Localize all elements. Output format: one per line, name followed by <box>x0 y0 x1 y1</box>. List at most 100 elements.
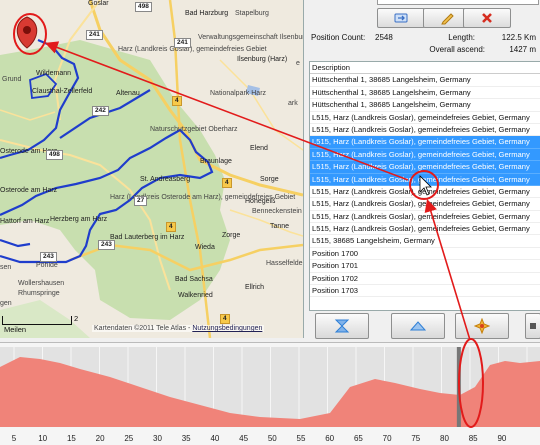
x-tick-label: 15 <box>67 434 76 443</box>
x-tick-label: 10 <box>38 434 47 443</box>
x-tick-label: 30 <box>153 434 162 443</box>
x-tick-label: 85 <box>469 434 478 443</box>
import-button[interactable] <box>377 8 425 28</box>
map-label: sen <box>0 264 12 271</box>
x-tick-label: 45 <box>239 434 248 443</box>
x-tick-label: 80 <box>440 434 449 443</box>
road-shield: 241 <box>86 30 103 40</box>
map-label: Ellrich <box>245 284 265 291</box>
map-label: gen <box>0 300 12 307</box>
map-label: Goslar <box>88 0 109 7</box>
first-position-icon <box>334 319 350 333</box>
map-label: Sorge <box>260 176 279 183</box>
elevation-chart: 5 10 15 20 25 30 35 40 45 50 55 60 65 70 75 80 85 90 <box>0 347 540 443</box>
road-shield: 4 <box>220 314 230 324</box>
position-count-value: 2548 <box>375 33 393 42</box>
x-tick-label: 60 <box>325 434 334 443</box>
edit-icon <box>441 13 454 25</box>
list-item[interactable]: Hüttschenthal 1, 38685 Langelsheim, Germ… <box>310 87 540 100</box>
position-count-label: Position Count: <box>311 33 366 42</box>
map-label: Pöhlde <box>36 262 58 269</box>
x-tick-label: 65 <box>354 434 363 443</box>
map-label: Herzberg am Harz <box>50 216 108 223</box>
map-label: Harz (Landkreis Goslar), gemeindefreies … <box>118 46 267 53</box>
list-item[interactable]: L515, Harz (Landkreis Goslar), gemeindef… <box>310 223 540 236</box>
copyright-text: Kartendaten ©2011 Tele Atlas - <box>94 325 193 332</box>
x-tick-label: 90 <box>497 434 506 443</box>
map-label: Bad Lauterberg im Harz <box>110 234 185 241</box>
map-label: Hohegeiß <box>245 198 276 205</box>
map-label: Hasselfelde <box>266 260 303 267</box>
x-tick-label: 70 <box>383 434 392 443</box>
road-shield: 27 <box>134 196 148 206</box>
x-tick-label: 5 <box>12 434 17 443</box>
ascend-value: 1427 m <box>509 45 536 54</box>
map-label: Braunlage <box>200 158 232 165</box>
map-label: Bad Sachsa <box>175 276 213 283</box>
list-item[interactable]: L515, Harz (Landkreis Goslar), gemeindef… <box>310 186 540 199</box>
list-item[interactable]: L515, Harz (Landkreis Goslar), gemeindef… <box>310 148 540 162</box>
ascend-label: Overall ascend: <box>429 45 485 54</box>
map-label: Nationalpark Harz <box>210 90 267 97</box>
map-label: Stapelburg <box>235 10 269 17</box>
road-shield: 4 <box>172 96 182 106</box>
list-item[interactable]: L515, 38685 Langelsheim, Germany <box>310 235 540 248</box>
locate-icon <box>474 318 490 334</box>
list-item[interactable]: Position 1702 <box>310 273 540 286</box>
terms-link[interactable]: Nutzungsbedingungen <box>192 325 262 332</box>
map-label: Hattorf am Harz <box>0 218 50 225</box>
list-item[interactable]: L515, Harz (Landkreis Goslar), gemeindef… <box>310 124 540 137</box>
list-header[interactable]: Description <box>310 62 540 75</box>
map-label: Tanne <box>270 223 290 230</box>
map-label: Zorge <box>222 232 241 239</box>
list-item[interactable]: Hüttschenthal 1, 38685 Langelsheim, Germ… <box>310 74 540 87</box>
map-label: St. Andreasberg <box>140 176 191 183</box>
list-item[interactable]: L515, Harz (Landkreis Goslar), gemeindef… <box>310 198 540 211</box>
length-value: 122.5 Km <box>501 33 536 42</box>
x-tick-label: 20 <box>96 434 105 443</box>
road-shield: 498 <box>46 150 63 160</box>
list-item[interactable]: L515, Harz (Landkreis Goslar), gemeindef… <box>310 112 540 124</box>
road-shield: 241 <box>174 38 191 48</box>
list-item[interactable]: L515, Harz (Landkreis Goslar), gemeindef… <box>310 136 540 149</box>
track-panel: Position Count: 2548 Length: 122.5 Km Ov… <box>305 0 540 339</box>
list-item[interactable]: L515, Harz (Landkreis Goslar), gemeindef… <box>310 173 540 186</box>
list-item[interactable]: Position 1701 <box>310 260 540 273</box>
locate-button[interactable] <box>455 313 509 339</box>
elevation-profile[interactable]: 5 10 15 20 25 30 35 40 45 50 55 60 65 70 75 80 85 90 <box>0 342 540 445</box>
first-position-button[interactable] <box>315 313 369 339</box>
more-button[interactable] <box>525 313 540 339</box>
road-shield: 243 <box>98 240 115 250</box>
map-label: Rhumspringe <box>18 290 60 297</box>
scale-label: Meilen <box>4 325 27 334</box>
map-label: Elend <box>250 145 268 152</box>
x-tick-label: 40 <box>210 434 219 443</box>
up-button[interactable] <box>391 313 445 339</box>
list-item[interactable]: L515, Harz (Landkreis Goslar), gemeindef… <box>310 211 540 224</box>
road-shield: 242 <box>92 106 109 116</box>
import-icon <box>394 13 408 23</box>
list-item[interactable]: L515, Harz (Landkreis Goslar), gemeindef… <box>310 161 540 174</box>
map-label: Ilsenburg (Harz) <box>237 56 288 63</box>
road-shield: 4 <box>222 178 232 188</box>
delete-icon <box>482 13 492 23</box>
map-copyright: Kartendaten ©2011 Tele Atlas - Nutzungsb… <box>92 325 265 332</box>
x-tick-label: 75 <box>411 434 420 443</box>
length-label: Length: <box>448 33 475 42</box>
list-item[interactable]: Position 1703 <box>310 285 540 298</box>
x-tick-label: 50 <box>268 434 277 443</box>
x-tick-label: 25 <box>124 434 133 443</box>
position-list[interactable]: Description Hüttschenthal 1, 38685 Lange… <box>309 61 540 311</box>
map-label: Wieda <box>195 244 215 251</box>
map-label: e <box>296 60 300 67</box>
list-item[interactable]: Hüttschenthal 1, 38685 Langelsheim, Germ… <box>310 99 540 112</box>
list-item[interactable]: Position 1700 <box>310 248 540 261</box>
map-scale: Meilen 2 <box>2 314 78 336</box>
map-label: ark <box>288 100 298 107</box>
delete-button[interactable] <box>463 8 511 28</box>
map-view[interactable]: Goslar Bad Harzburg Stapelburg Harz (Lan… <box>0 0 304 338</box>
x-tick-label: 35 <box>182 434 191 443</box>
map-label: Walkenried <box>178 292 213 299</box>
map-label: Verwaltungsgemeinschaft Ilsenburg <box>198 34 304 41</box>
scale-value: 2 <box>74 314 79 323</box>
